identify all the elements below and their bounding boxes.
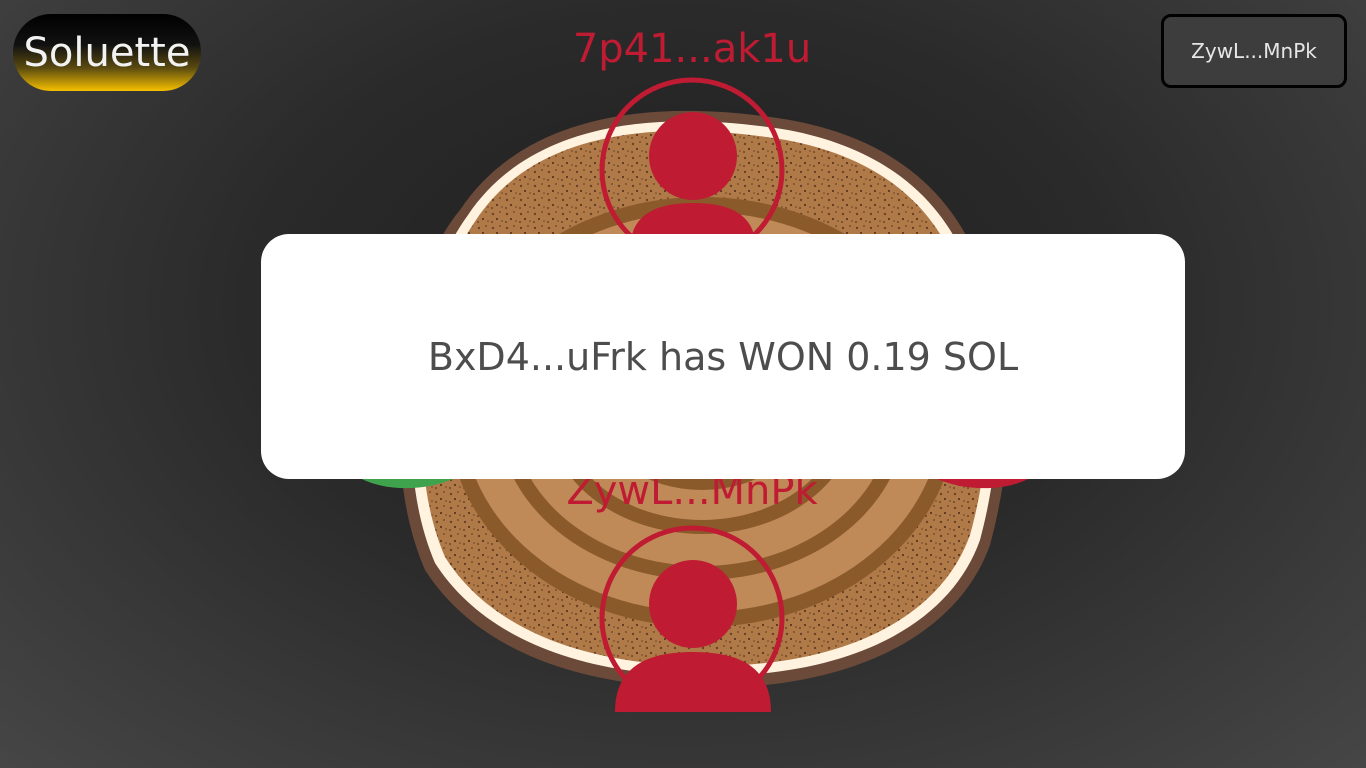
result-message: BxD4...uFrk has WON 0.19 SOL	[427, 334, 1019, 379]
player-name-top: 7p41...ak1u	[572, 26, 812, 72]
result-modal[interactable]: BxD4...uFrk has WON 0.19 SOL	[261, 234, 1185, 479]
